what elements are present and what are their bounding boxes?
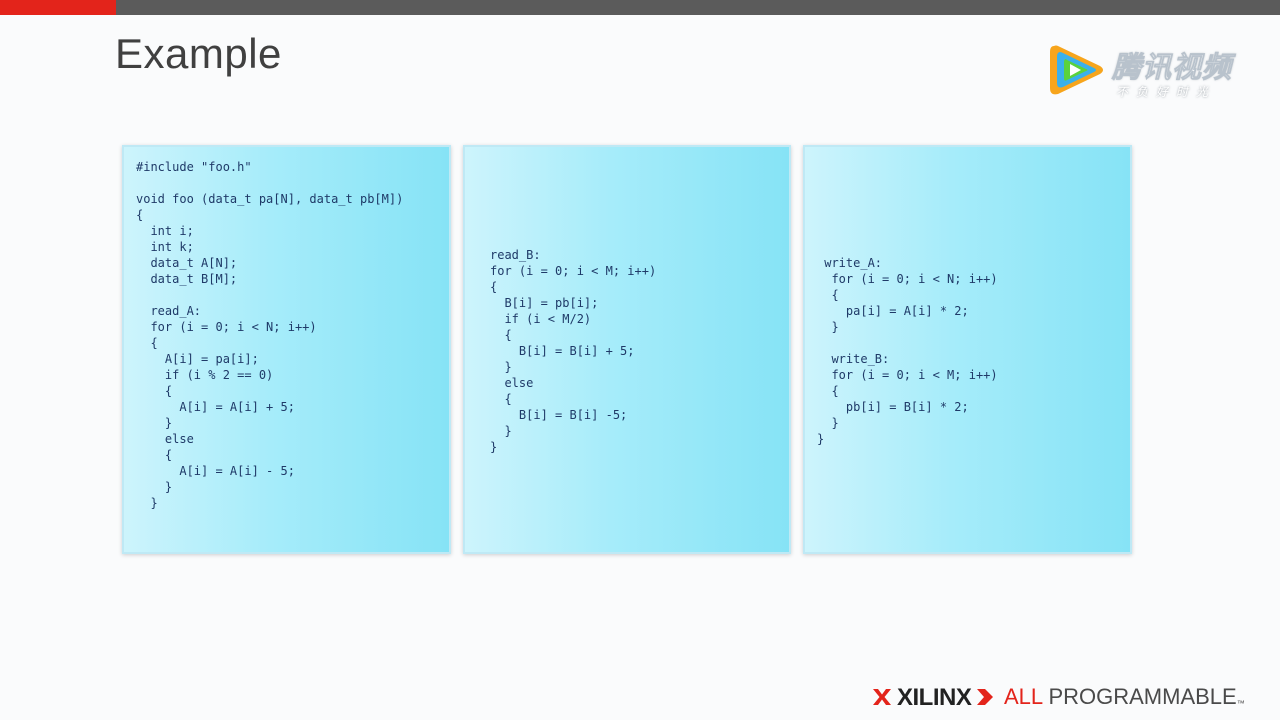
slide-title: Example bbox=[115, 30, 282, 77]
trademark-symbol: ™ bbox=[1236, 699, 1245, 708]
code-block-1: #include "foo.h" void foo (data_t pa[N],… bbox=[136, 160, 404, 510]
code-panel-2: read_B: for (i = 0; i < M; i++) { B[i] =… bbox=[463, 145, 791, 554]
top-bar-accent bbox=[0, 0, 116, 15]
watermark-name: 腾讯视频 bbox=[1112, 50, 1233, 85]
video-watermark: 腾讯视频 不负好时光 bbox=[1046, 40, 1246, 104]
top-bar bbox=[0, 0, 1280, 15]
xilinx-wordmark: XILINX bbox=[897, 684, 972, 711]
watermark-slogan: 不负好时光 bbox=[1116, 85, 1217, 99]
code-block-3: write_A: for (i = 0; i < N; i++) { pa[i]… bbox=[817, 256, 998, 446]
code-panel-1: #include "foo.h" void foo (data_t pa[N],… bbox=[122, 145, 451, 554]
tencent-video-logo-icon bbox=[1050, 45, 1103, 95]
xilinx-x-mark-icon bbox=[873, 689, 891, 705]
tagline: ALL PROGRAMMABLE™ bbox=[1004, 684, 1245, 717]
code-block-2: read_B: for (i = 0; i < M; i++) { B[i] =… bbox=[490, 248, 657, 454]
code-panel-3: write_A: for (i = 0; i < N; i++) { pa[i]… bbox=[803, 145, 1132, 554]
tagline-all: ALL bbox=[1004, 684, 1043, 709]
tagline-programmable: PROGRAMMABLE bbox=[1048, 684, 1237, 709]
chevron-right-icon bbox=[977, 689, 993, 705]
